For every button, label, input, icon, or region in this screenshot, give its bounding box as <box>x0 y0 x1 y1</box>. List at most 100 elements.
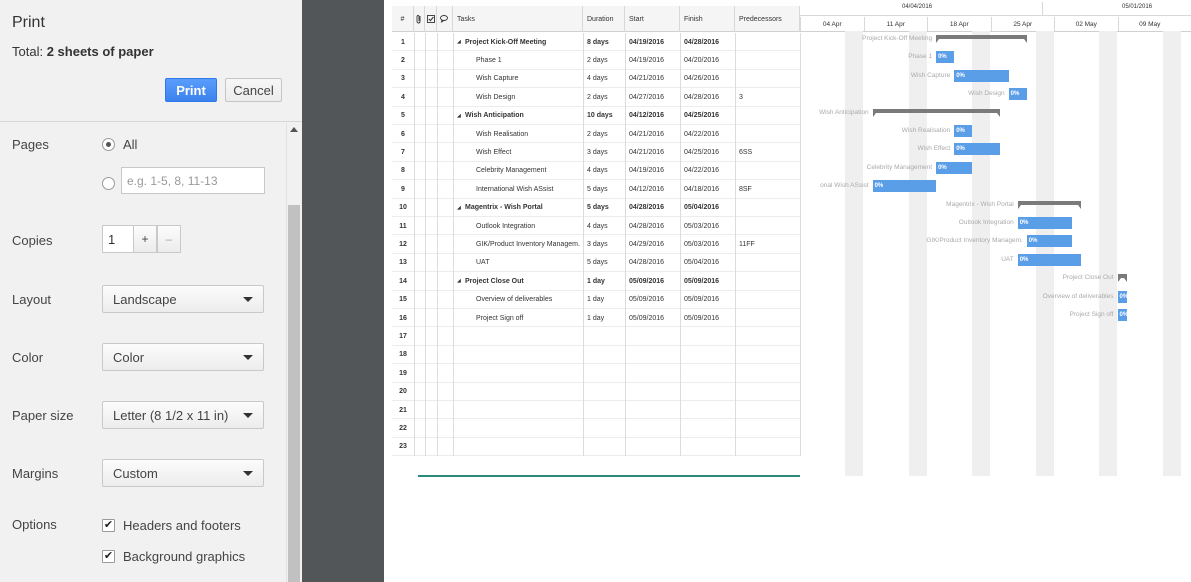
task-bar[interactable]: 0% <box>1026 235 1073 248</box>
predecessors-cell <box>735 346 800 364</box>
background-graphics-checkbox[interactable]: ✔ <box>102 550 115 563</box>
layout-select[interactable]: Landscape <box>102 285 264 313</box>
col-predecessors-header: Predecessors <box>735 6 800 32</box>
start-cell: 04/19/2016 <box>629 56 665 64</box>
color-value: Color <box>113 349 145 365</box>
start-cell <box>625 401 680 419</box>
task-bar[interactable]: 0% <box>1008 88 1027 101</box>
task-bar[interactable]: 0% <box>954 69 1009 82</box>
scrollbar-thumb[interactable] <box>288 205 300 582</box>
headers-footers-checkbox[interactable]: ✔ <box>102 519 115 532</box>
copies-input[interactable]: 1 <box>102 225 134 253</box>
predecessors-cell <box>735 162 800 180</box>
task-name <box>453 364 583 382</box>
cancel-button[interactable]: Cancel <box>225 78 282 102</box>
task-bar[interactable]: 0% <box>1017 253 1082 266</box>
predecessors-cell: 6SS <box>739 148 753 156</box>
start-cell: 05/09/2016 <box>629 296 665 304</box>
print-settings-panel: Print Total: 2 sheets of paper Print Can… <box>0 0 302 582</box>
finish-cell: 04/22/2016 <box>684 167 720 175</box>
row-number: 14 <box>399 277 407 285</box>
row-number: 15 <box>399 296 407 304</box>
collapse-icon[interactable]: ◢ <box>457 272 463 290</box>
summary-bar[interactable] <box>936 35 1027 43</box>
print-title: Print <box>12 14 45 31</box>
row-number: 10 <box>399 204 407 212</box>
task-bar[interactable]: 0% <box>872 180 937 193</box>
predecessors-cell <box>735 33 800 51</box>
week-label: 09 May <box>1117 17 1182 31</box>
bar-label: Outlook Integration <box>958 219 1014 226</box>
chevron-down-icon <box>243 355 253 360</box>
task-name: Overview of deliverables <box>476 296 553 304</box>
weekend-shading <box>972 31 990 476</box>
duration-cell: 5 days <box>587 259 608 267</box>
finish-cell <box>680 401 735 419</box>
finish-cell: 05/03/2016 <box>684 240 720 248</box>
task-name: Magentrix - Wish Portal <box>465 204 543 212</box>
predecessors-cell <box>735 309 800 327</box>
print-options: Pages All e.g. 1-5, 8, 11-13 Copies 1 + … <box>0 123 286 582</box>
start-cell: 04/29/2016 <box>629 240 665 248</box>
task-name: Wish Capture <box>476 75 519 83</box>
finish-cell: 05/04/2016 <box>684 204 720 212</box>
start-cell: 04/28/2016 <box>629 204 665 212</box>
col-finish-header: Finish <box>680 6 735 32</box>
summary-bar[interactable] <box>1017 200 1082 209</box>
bar-label: GIK/Product Inventory Managem. <box>926 237 1023 245</box>
collapse-icon[interactable]: ◢ <box>457 33 463 51</box>
collapse-icon[interactable]: ◢ <box>457 107 463 125</box>
row-number: 9 <box>401 185 405 193</box>
bar-label: Project Kick-Off Meeting <box>862 35 933 42</box>
margins-select[interactable]: Custom <box>102 459 264 487</box>
start-cell <box>625 438 680 456</box>
column-divider <box>625 33 626 457</box>
pages-custom-input[interactable]: e.g. 1-5, 8, 11-13 <box>121 167 265 194</box>
page-footer-line <box>418 475 800 477</box>
task-bar[interactable]: 0% <box>936 161 973 174</box>
predecessors-cell <box>735 291 800 309</box>
weekend-shading <box>845 31 863 476</box>
col-num-header: # <box>392 6 414 32</box>
pages-all-radio[interactable] <box>102 138 115 151</box>
task-bar[interactable]: 0% <box>1117 290 1128 303</box>
bar-label: UAT <box>1001 255 1014 263</box>
start-cell: 04/28/2016 <box>629 222 665 230</box>
predecessors-cell: 8SF <box>739 185 752 193</box>
margins-label: Margins <box>12 466 59 481</box>
pages-label: Pages <box>12 137 49 152</box>
print-button[interactable]: Print <box>165 78 217 102</box>
summary-bar[interactable] <box>872 108 1000 117</box>
scroll-up-icon[interactable] <box>290 127 298 132</box>
options-label: Options <box>12 517 57 532</box>
duration-cell <box>583 383 625 401</box>
summary-bar[interactable] <box>1117 274 1127 283</box>
gantt-chart: 04/04/2016 05/01/2016 04 Apr 11 Apr 18 Apr… <box>800 0 1191 476</box>
task-bar[interactable]: 0% <box>1117 309 1128 321</box>
task-bar[interactable]: 0% <box>954 125 973 137</box>
chevron-down-icon <box>243 297 253 302</box>
row-number: 8 <box>401 167 405 175</box>
copies-decrement-button[interactable]: – <box>157 225 181 253</box>
copies-increment-button[interactable]: + <box>133 225 157 253</box>
week-label: 18 Apr <box>927 17 991 31</box>
bar-label: Project Sign off <box>1069 311 1114 318</box>
task-bar[interactable]: 0% <box>936 51 955 64</box>
collapse-icon[interactable]: ◢ <box>457 199 463 217</box>
paper-size-select[interactable]: Letter (8 1/2 x 11 in) <box>102 401 264 429</box>
task-name <box>453 383 583 401</box>
timeline-divider <box>800 15 1191 16</box>
col-start-header: Start <box>625 6 680 32</box>
bar-label: Wish Design <box>968 90 1005 98</box>
task-name: Celebrity Management <box>476 167 547 175</box>
color-select[interactable]: Color <box>102 343 264 371</box>
predecessors-cell <box>735 401 800 419</box>
color-label: Color <box>12 350 44 365</box>
col-duration-header: Duration <box>583 6 625 32</box>
pages-custom-radio[interactable] <box>102 177 115 190</box>
task-bar[interactable]: 0% <box>1017 217 1073 229</box>
duration-cell <box>583 346 625 364</box>
row-number: 18 <box>399 351 407 359</box>
row-number: 13 <box>399 259 407 267</box>
task-bar[interactable]: 0% <box>954 143 1000 156</box>
